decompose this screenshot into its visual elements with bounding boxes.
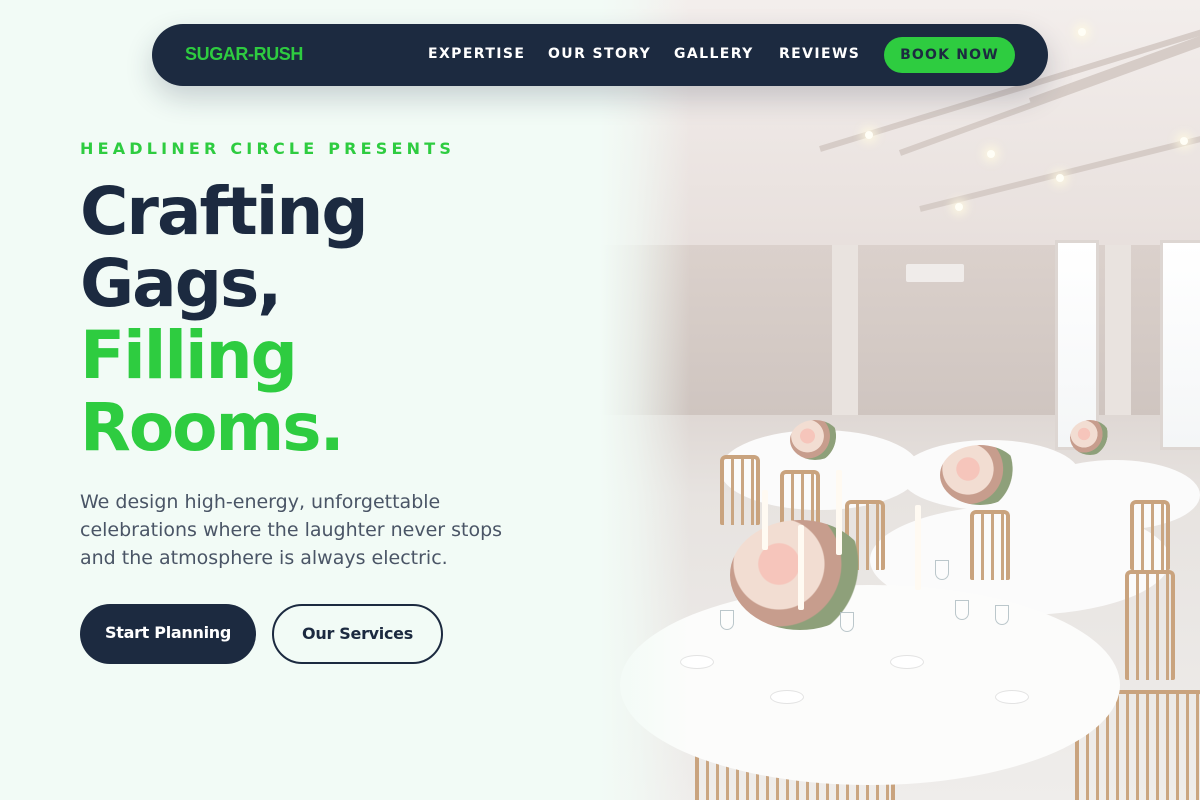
hero-description: We design high-energy, unforgettable cel… bbox=[80, 491, 503, 569]
nav-link-reviews[interactable]: REVIEWS bbox=[779, 46, 860, 62]
hero-headline: Crafting Gags, Filling Rooms. bbox=[80, 176, 580, 464]
brand-logo[interactable]: SUGAR-RUSH bbox=[185, 44, 303, 65]
headline-line-1: Crafting bbox=[80, 173, 369, 250]
start-planning-button[interactable]: Start Planning bbox=[80, 604, 256, 664]
nav-link-gallery[interactable]: GALLERY bbox=[674, 46, 754, 62]
our-services-button[interactable]: Our Services bbox=[272, 604, 443, 664]
headline-line-4: Rooms. bbox=[80, 389, 345, 466]
hero-image bbox=[600, 0, 1200, 800]
hero-eyebrow: HEADLINER CIRCLE PRESENTS bbox=[80, 139, 456, 158]
navbar: SUGAR-RUSH EXPERTISE OUR STORY GALLERY R… bbox=[152, 24, 1048, 86]
headline-line-3: Filling bbox=[80, 317, 298, 394]
book-now-button[interactable]: BOOK NOW bbox=[884, 37, 1015, 73]
nav-link-our-story[interactable]: OUR STORY bbox=[548, 46, 651, 62]
headline-line-2: Gags, bbox=[80, 245, 282, 322]
image-fade-overlay bbox=[600, 0, 1200, 800]
nav-link-expertise[interactable]: EXPERTISE bbox=[428, 46, 525, 62]
